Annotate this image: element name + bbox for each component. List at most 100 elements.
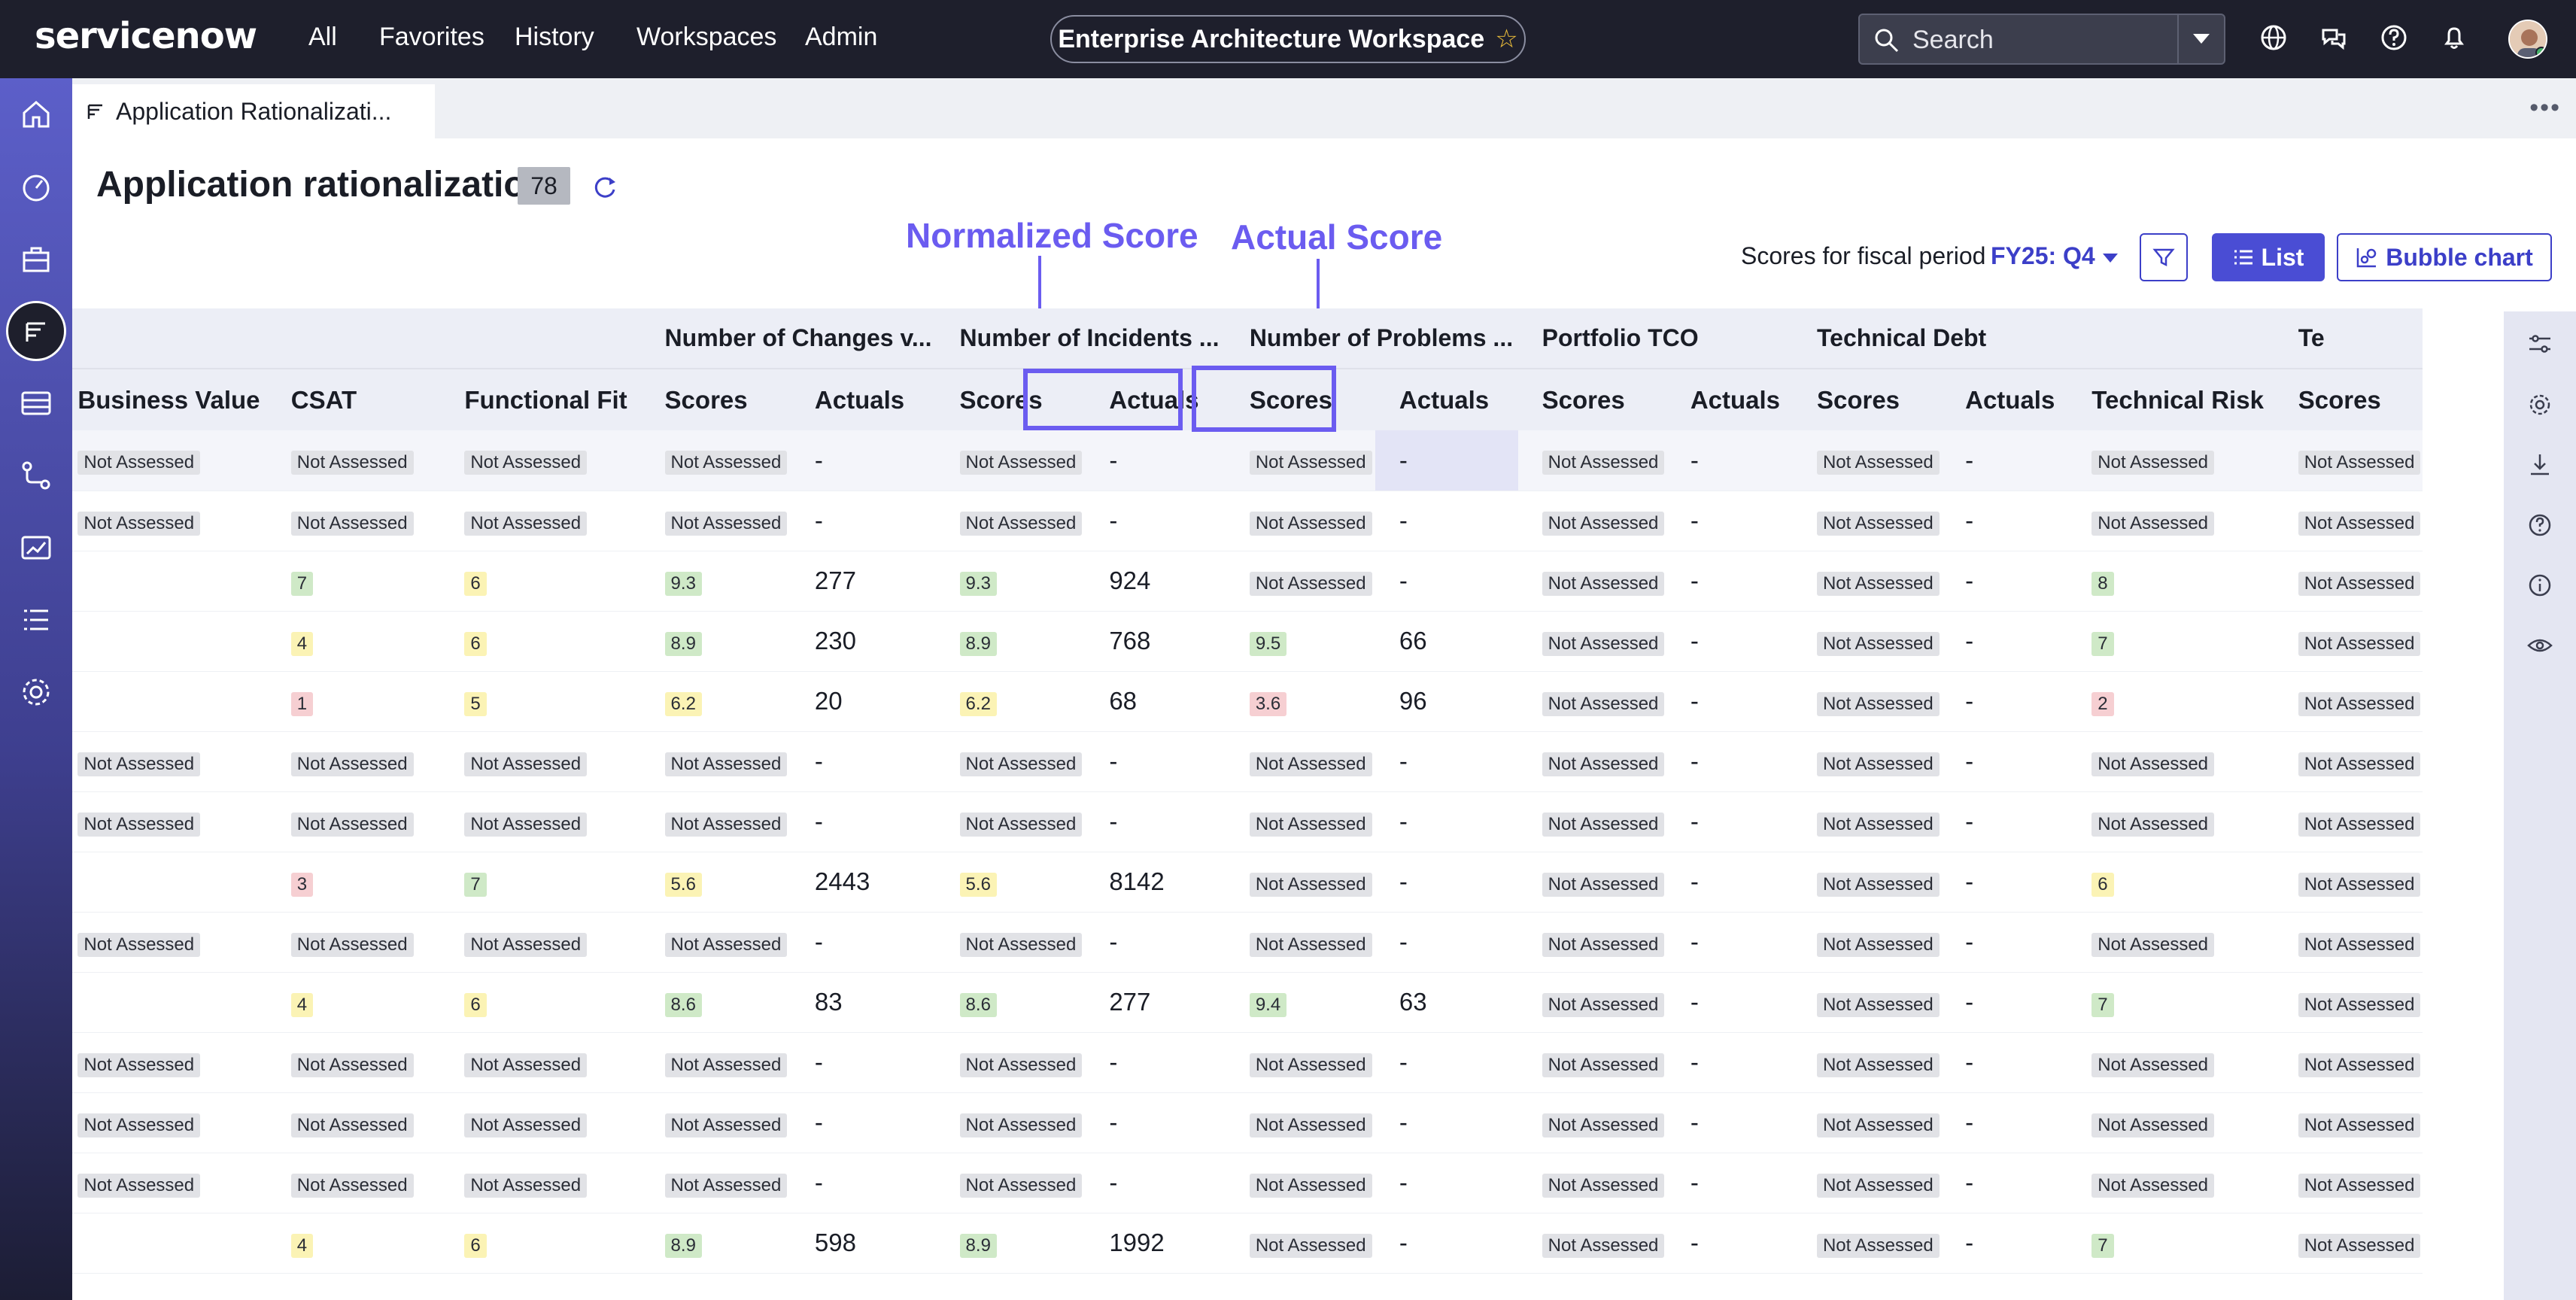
cell-incidents-scores[interactable]: 8.6: [935, 972, 1086, 1033]
cell-technical-risk[interactable]: 7: [2067, 972, 2274, 1033]
cell-changes-scores[interactable]: Not Assessed: [640, 1032, 791, 1093]
column-header-tco-actuals[interactable]: Actuals: [1666, 368, 1793, 430]
cell-problems-actuals[interactable]: -: [1375, 491, 1518, 551]
cell-tco-actuals[interactable]: -: [1666, 912, 1793, 973]
cell-debt-actuals[interactable]: -: [1941, 491, 2068, 551]
cell-problems-scores[interactable]: Not Assessed: [1225, 491, 1375, 551]
cell-truncated-scores[interactable]: Not Assessed: [2274, 731, 2423, 792]
cell-incidents-scores[interactable]: Not Assessed: [935, 791, 1086, 852]
cell-technical-risk[interactable]: Not Assessed: [2067, 912, 2274, 973]
cell-changes-actuals[interactable]: -: [790, 731, 936, 792]
cell-incidents-actuals[interactable]: -: [1085, 1153, 1226, 1213]
cell-debt-scores[interactable]: Not Assessed: [1792, 791, 1942, 852]
user-avatar[interactable]: [2508, 20, 2547, 59]
cell-debt-scores[interactable]: Not Assessed: [1792, 731, 1942, 792]
cell-problems-scores[interactable]: Not Assessed: [1225, 430, 1375, 491]
cell-business-value[interactable]: Not Assessed: [72, 791, 267, 852]
cell-debt-scores[interactable]: Not Assessed: [1792, 972, 1942, 1033]
table-row[interactable]: ⋮Not AssessedNot AssessedNot AssessedNot…: [72, 491, 2423, 551]
cell-technical-risk[interactable]: 7: [2067, 1213, 2274, 1274]
cell-incidents-scores[interactable]: Not Assessed: [935, 491, 1086, 551]
cell-functional-fit[interactable]: 6: [440, 551, 641, 612]
cell-technical-risk[interactable]: Not Assessed: [2067, 1032, 2274, 1093]
cell-problems-scores[interactable]: Not Assessed: [1225, 1153, 1375, 1213]
workflow-icon[interactable]: [18, 457, 54, 494]
cell-business-value[interactable]: [72, 972, 267, 1033]
cell-problems-actuals[interactable]: -: [1375, 1213, 1518, 1274]
column-header-debt-scores[interactable]: Scores: [1792, 368, 1942, 430]
cell-tco-scores[interactable]: Not Assessed: [1517, 551, 1666, 612]
cell-debt-actuals[interactable]: -: [1941, 731, 2068, 792]
cell-changes-scores[interactable]: Not Assessed: [640, 430, 791, 491]
cell-functional-fit[interactable]: 6: [440, 611, 641, 672]
search-scope-dropdown[interactable]: [2177, 15, 2224, 63]
table-row[interactable]: ⋮468.6838.62779.463Not Assessed-Not Asse…: [72, 972, 2423, 1033]
cell-csat[interactable]: Not Assessed: [266, 731, 441, 792]
cell-csat[interactable]: 4: [266, 611, 441, 672]
cell-technical-risk[interactable]: 8: [2067, 551, 2274, 612]
cell-incidents-actuals[interactable]: -: [1085, 912, 1226, 973]
group-header-number-of-problems[interactable]: Number of Problems ...: [1225, 308, 1518, 369]
cell-changes-scores[interactable]: 8.6: [640, 972, 791, 1033]
cell-problems-actuals[interactable]: -: [1375, 1092, 1518, 1153]
cell-debt-actuals[interactable]: -: [1941, 1213, 2068, 1274]
cell-changes-scores[interactable]: 9.3: [640, 551, 791, 612]
cell-incidents-actuals[interactable]: 277: [1085, 972, 1226, 1033]
table-row[interactable]: ⋮Not AssessedNot AssessedNot AssessedNot…: [72, 430, 2423, 491]
cell-business-value[interactable]: Not Assessed: [72, 491, 267, 551]
cell-changes-scores[interactable]: Not Assessed: [640, 1153, 791, 1213]
cell-changes-actuals[interactable]: 2443: [790, 852, 936, 913]
cell-changes-scores[interactable]: 8.9: [640, 611, 791, 672]
cell-tco-scores[interactable]: Not Assessed: [1517, 1032, 1666, 1093]
cell-truncated-scores[interactable]: Not Assessed: [2274, 671, 2423, 732]
filter-button[interactable]: [2140, 233, 2188, 281]
cell-truncated-scores[interactable]: Not Assessed: [2274, 491, 2423, 551]
cell-truncated-scores[interactable]: Not Assessed: [2274, 791, 2423, 852]
cell-truncated-scores[interactable]: Not Assessed: [2274, 1153, 2423, 1213]
nav-history[interactable]: History: [515, 23, 594, 52]
chat-icon[interactable]: [2319, 23, 2349, 53]
cell-tco-actuals[interactable]: -: [1666, 1213, 1793, 1274]
cell-business-value[interactable]: [72, 852, 267, 913]
briefcase-icon[interactable]: [18, 241, 54, 277]
rationalization-table-container[interactable]: Number of Changes v... Number of Inciden…: [72, 308, 2504, 1300]
cell-technical-risk[interactable]: Not Assessed: [2067, 791, 2274, 852]
sliders-icon[interactable]: [2526, 331, 2553, 358]
more-options-icon[interactable]: •••: [2529, 93, 2561, 123]
cell-incidents-scores[interactable]: 8.9: [935, 1213, 1086, 1274]
cell-debt-actuals[interactable]: -: [1941, 852, 2068, 913]
cell-problems-scores[interactable]: Not Assessed: [1225, 791, 1375, 852]
cell-incidents-actuals[interactable]: -: [1085, 1032, 1226, 1093]
cell-csat[interactable]: Not Assessed: [266, 1032, 441, 1093]
cell-debt-actuals[interactable]: -: [1941, 1092, 2068, 1153]
column-header-changes-scores[interactable]: Scores: [640, 368, 791, 430]
cell-incidents-scores[interactable]: Not Assessed: [935, 731, 1086, 792]
cell-technical-risk[interactable]: 6: [2067, 852, 2274, 913]
cell-debt-actuals[interactable]: -: [1941, 671, 2068, 732]
cell-technical-risk[interactable]: Not Assessed: [2067, 731, 2274, 792]
list-view-button[interactable]: List: [2212, 233, 2325, 281]
cell-functional-fit[interactable]: Not Assessed: [440, 731, 641, 792]
cell-csat[interactable]: 4: [266, 1213, 441, 1274]
column-header-problems-actuals[interactable]: Actuals: [1375, 368, 1518, 430]
cell-debt-scores[interactable]: Not Assessed: [1792, 551, 1942, 612]
cell-tco-scores[interactable]: Not Assessed: [1517, 430, 1666, 491]
cell-business-value[interactable]: Not Assessed: [72, 1153, 267, 1213]
cell-incidents-actuals[interactable]: -: [1085, 430, 1226, 491]
cell-tco-actuals[interactable]: -: [1666, 852, 1793, 913]
cell-tco-scores[interactable]: Not Assessed: [1517, 671, 1666, 732]
cell-truncated-scores[interactable]: Not Assessed: [2274, 1092, 2423, 1153]
bell-icon[interactable]: [2439, 23, 2469, 53]
cell-tco-scores[interactable]: Not Assessed: [1517, 972, 1666, 1033]
group-header-technical-debt[interactable]: Technical Debt: [1792, 308, 2068, 369]
cell-business-value[interactable]: Not Assessed: [72, 1032, 267, 1093]
group-header-portfolio-tco[interactable]: Portfolio TCO: [1517, 308, 1793, 369]
cell-tco-actuals[interactable]: -: [1666, 1153, 1793, 1213]
cell-debt-scores[interactable]: Not Assessed: [1792, 671, 1942, 732]
cell-technical-risk[interactable]: Not Assessed: [2067, 1092, 2274, 1153]
cell-problems-actuals[interactable]: 96: [1375, 671, 1518, 732]
cell-tco-scores[interactable]: Not Assessed: [1517, 731, 1666, 792]
table-row[interactable]: ⋮Not AssessedNot AssessedNot AssessedNot…: [72, 791, 2423, 852]
cell-debt-actuals[interactable]: -: [1941, 972, 2068, 1033]
cell-changes-actuals[interactable]: 230: [790, 611, 936, 672]
